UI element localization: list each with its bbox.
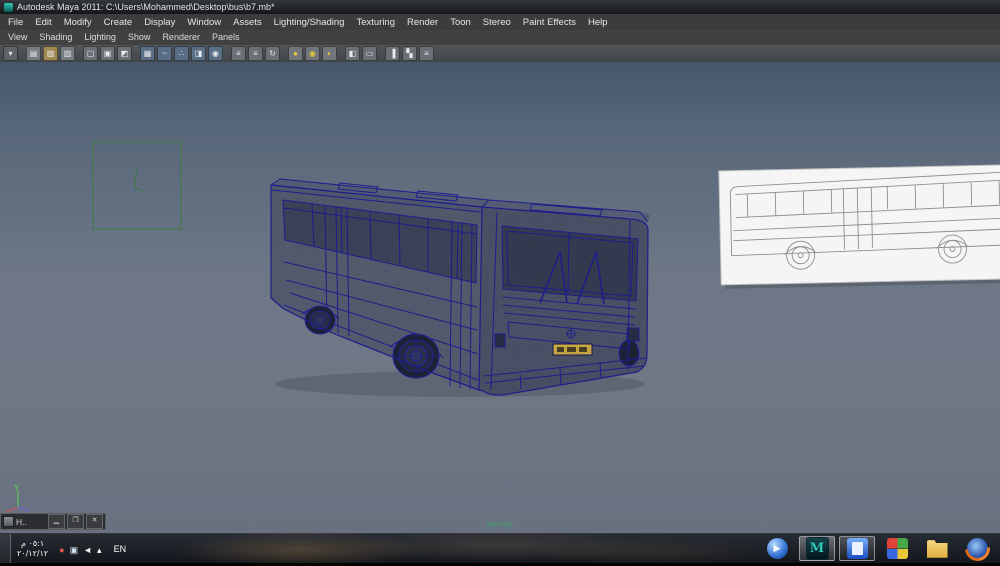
- toolbar-separator[interactable]: [282, 47, 286, 60]
- minimized-panel-title: H..: [16, 516, 27, 527]
- menu-item[interactable]: Assets: [227, 15, 268, 30]
- menu-item[interactable]: Display: [138, 15, 181, 30]
- menu-item[interactable]: Window: [181, 15, 227, 30]
- menu-item[interactable]: Paint Effects: [517, 15, 582, 30]
- main-menu-bar: File Edit Modify Create Display Window Assets L…: [0, 14, 1000, 31]
- window-title: Autodesk Maya 2011: C:\Users\Mohammed\De…: [17, 2, 275, 12]
- menu-item[interactable]: File: [2, 15, 29, 30]
- games-explorer-icon[interactable]: [879, 536, 915, 561]
- panel-menu-bar: View Shading Lighting Show Renderer Panels: [0, 30, 1000, 46]
- menu-item[interactable]: Lighting/Shading: [268, 15, 351, 30]
- network-icon[interactable]: ▣: [70, 540, 79, 558]
- layer-editor-icon[interactable]: ≡: [419, 46, 434, 61]
- panel-menu-item[interactable]: Renderer: [156, 30, 206, 45]
- toolbar-separator[interactable]: [339, 47, 343, 60]
- tray-app-icon[interactable]: ●: [59, 540, 64, 558]
- taskbar-clock[interactable]: ٠٥:١ م ٢٠/١٢/١٢: [11, 539, 54, 559]
- menu-item[interactable]: Create: [98, 15, 139, 30]
- media-player-icon[interactable]: [759, 536, 795, 561]
- firefox-icon[interactable]: [959, 536, 995, 561]
- folder-icon[interactable]: [919, 536, 955, 561]
- restore-button[interactable]: ❐: [67, 514, 84, 529]
- menu-item[interactable]: Texturing: [350, 15, 401, 30]
- toolbar-separator[interactable]: [379, 47, 383, 60]
- ipr-render-icon[interactable]: ◉: [305, 46, 320, 61]
- save-scene-icon[interactable]: ▥: [60, 46, 75, 61]
- input-connections-icon[interactable]: ≡: [231, 46, 246, 61]
- snap-curve-icon[interactable]: ~: [157, 46, 172, 61]
- new-scene-icon[interactable]: ▤: [26, 46, 41, 61]
- toolbar-separator[interactable]: [225, 47, 229, 60]
- snap-surface-icon[interactable]: ◉: [208, 46, 223, 61]
- channel-box-icon[interactable]: ▚: [402, 46, 417, 61]
- hidden-icons-chevron[interactable]: ▴: [97, 540, 102, 558]
- bus-wireframe-model[interactable]: [270, 178, 650, 397]
- snap-view-plane-icon[interactable]: ◨: [191, 46, 206, 61]
- maya-logo-icon: [4, 2, 13, 12]
- snap-grid-icon[interactable]: ▦: [140, 46, 155, 61]
- clock-date: ٢٠/١٢/١٢: [17, 548, 49, 558]
- hypershade-icon[interactable]: ◧: [345, 46, 360, 61]
- selection-mask-menu-icon[interactable]: ▾: [3, 46, 18, 61]
- menu-item[interactable]: Render: [401, 15, 444, 30]
- sidebar-toggle-icon[interactable]: ▐: [385, 46, 400, 61]
- clock-time: ٠٥:١ م: [21, 538, 45, 548]
- select-object-icon[interactable]: ▣: [100, 46, 115, 61]
- output-connections-icon[interactable]: ≡: [248, 46, 263, 61]
- menu-item[interactable]: Edit: [29, 15, 57, 30]
- viewport-persp[interactable]: y x z persp: [0, 62, 1000, 533]
- render-current-frame-icon[interactable]: ●: [288, 46, 303, 61]
- select-component-icon[interactable]: ◩: [117, 46, 132, 61]
- render-settings-icon[interactable]: ◐: [322, 46, 337, 61]
- panel-menu-item[interactable]: Shading: [33, 30, 78, 45]
- toolbar-separator[interactable]: [20, 47, 24, 60]
- minimized-panel-bar: H.. ▁ ❐ ✕: [0, 513, 106, 530]
- status-line-toolbar: ▾ ▤ ▨ ▥ ▢ ▣ ◩ ▦ ~ ∴ ◨ ◉ ≡ ≡ ↻ ● ◉ ◐ ◧ ▭ ▐ ▚ ≡: [0, 45, 1000, 63]
- panel-menu-item[interactable]: Panels: [206, 30, 246, 45]
- panel-menu-item[interactable]: Lighting: [78, 30, 122, 45]
- language-indicator[interactable]: EN: [107, 544, 134, 554]
- volume-icon[interactable]: ◄: [83, 540, 92, 558]
- svg-text:y: y: [14, 482, 20, 492]
- taskbar-app-buttons: [759, 536, 1000, 561]
- render-view-icon[interactable]: ▭: [362, 46, 377, 61]
- scene-render: y x z: [1, 141, 1000, 524]
- snap-point-icon[interactable]: ∴: [174, 46, 189, 61]
- curve-object[interactable]: [92, 141, 182, 230]
- title-bar: Autodesk Maya 2011: C:\Users\Mohammed\De…: [0, 0, 1000, 14]
- panel-menu-item[interactable]: Show: [122, 30, 157, 45]
- show-desktop-button[interactable]: [0, 534, 11, 563]
- blue-document-icon[interactable]: [839, 536, 875, 561]
- close-button[interactable]: ✕: [86, 514, 103, 529]
- menu-item[interactable]: Toon: [444, 15, 477, 30]
- menu-item[interactable]: Help: [582, 15, 614, 30]
- toolbar-separator[interactable]: [134, 47, 138, 60]
- select-hierarchy-icon[interactable]: ▢: [83, 46, 98, 61]
- toolbar-separator[interactable]: [77, 47, 81, 60]
- minimize-button[interactable]: ▁: [48, 514, 65, 529]
- menu-item[interactable]: Stereo: [477, 15, 517, 30]
- system-tray: ● ▣ ◄ ▴: [54, 540, 106, 558]
- open-scene-icon[interactable]: ▨: [43, 46, 58, 61]
- reference-image-plane[interactable]: [718, 164, 1000, 289]
- panel-menu-item[interactable]: View: [2, 30, 33, 45]
- maya-icon[interactable]: [799, 536, 835, 561]
- construction-history-icon[interactable]: ↻: [265, 46, 280, 61]
- camera-label: persp: [486, 519, 514, 530]
- menu-item[interactable]: Modify: [58, 15, 98, 30]
- panel-icon: [3, 516, 14, 527]
- windows-taskbar: ٠٥:١ م ٢٠/١٢/١٢ ● ▣ ◄ ▴ EN: [0, 533, 1000, 563]
